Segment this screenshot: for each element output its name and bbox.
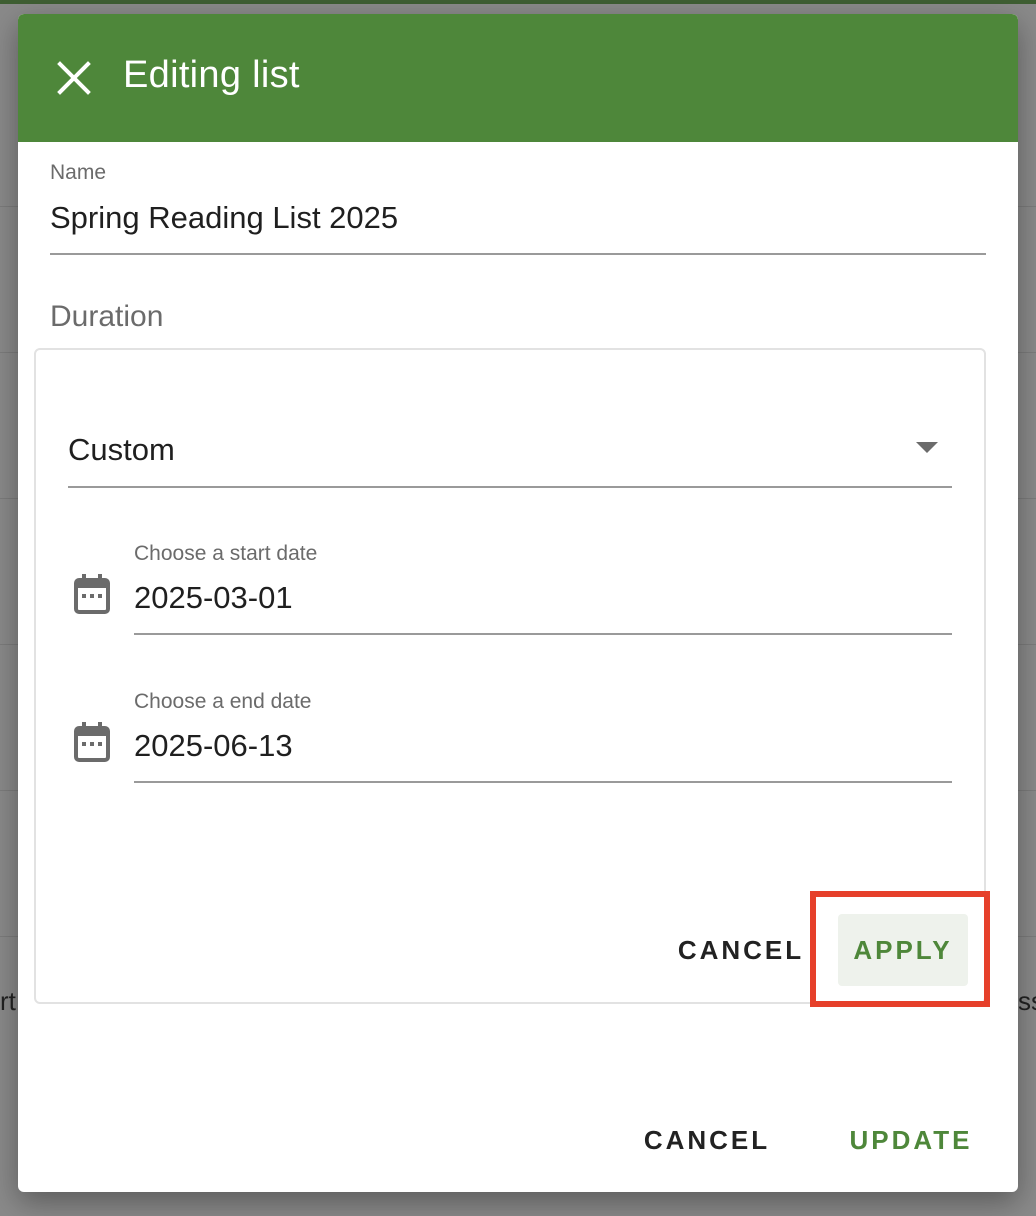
duration-select[interactable]: Custom (68, 432, 175, 468)
calendar-icon[interactable] (74, 722, 110, 762)
close-button[interactable] (54, 58, 94, 98)
name-input-underline (50, 253, 986, 255)
editing-list-dialog: Editing list Name Spring Reading List 20… (18, 14, 1018, 1192)
name-input[interactable]: Spring Reading List 2025 (50, 200, 398, 236)
start-date-label: Choose a start date (134, 542, 318, 565)
duration-card: Custom Choose a start date 2025-03-01 Ch… (34, 348, 986, 1004)
duration-label: Duration (50, 300, 164, 333)
dialog-header: Editing list (18, 14, 1018, 142)
update-button[interactable]: UPDATE (836, 1104, 986, 1176)
end-date-label: Choose a end date (134, 690, 312, 713)
dialog-title: Editing list (123, 54, 300, 96)
name-field-label: Name (50, 161, 107, 184)
background-text-fragment: rt (0, 986, 16, 1016)
end-date-underline (134, 781, 952, 783)
calendar-icon[interactable] (74, 574, 110, 614)
start-date-underline (134, 633, 952, 635)
duration-select-underline (68, 486, 952, 488)
end-date-input[interactable]: 2025-06-13 (134, 728, 293, 764)
apply-button[interactable]: APPLY (838, 914, 968, 986)
background-text-fragment: ss (1018, 986, 1036, 1016)
duration-cancel-button[interactable]: CANCEL (676, 914, 806, 986)
chevron-down-icon[interactable] (916, 442, 938, 454)
cancel-button[interactable]: CANCEL (632, 1104, 782, 1176)
close-icon (57, 61, 91, 95)
start-date-input[interactable]: 2025-03-01 (134, 580, 293, 616)
background-top-bar (0, 0, 1036, 4)
